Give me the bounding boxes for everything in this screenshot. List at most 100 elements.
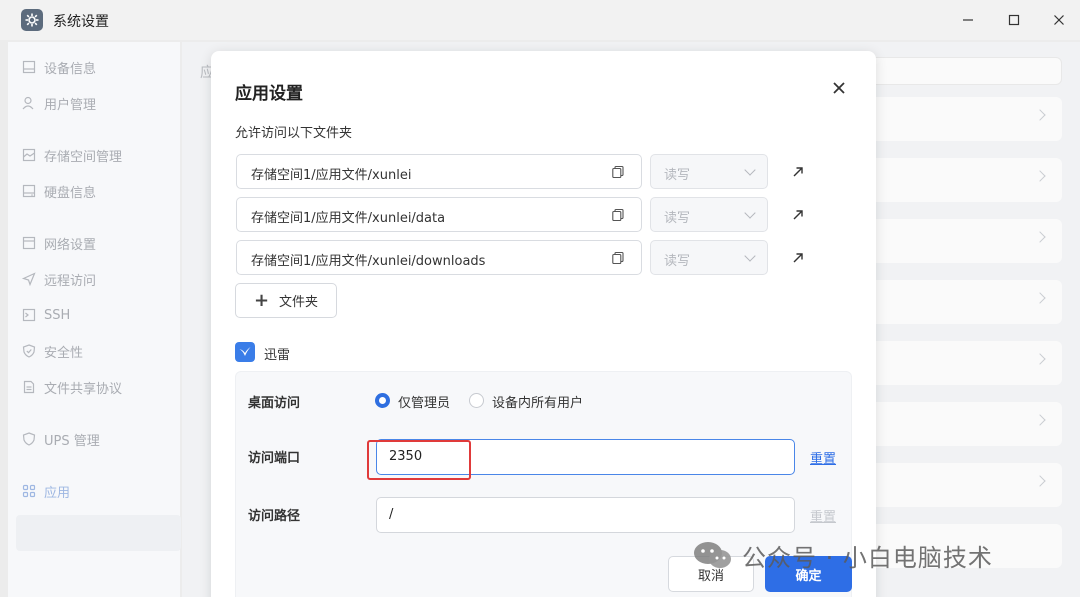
sidebar-item-label: 网络设置 bbox=[44, 237, 97, 253]
access-path-value: / bbox=[389, 507, 394, 522]
permission-value: 读写 bbox=[664, 254, 691, 269]
path-reset-link[interactable]: 重置 bbox=[810, 506, 836, 525]
chevron-right-icon bbox=[1034, 170, 1046, 182]
open-folder-arrow-icon[interactable] bbox=[791, 251, 805, 265]
plus-icon: + bbox=[253, 289, 270, 311]
sidebar-item-label: UPS 管理 bbox=[44, 433, 100, 449]
sidebar-item-label: 文件共享协议 bbox=[44, 381, 123, 397]
radio-all-users[interactable] bbox=[469, 393, 484, 408]
sidebar-item-disk-info[interactable]: 硬盘信息 bbox=[22, 179, 96, 203]
sidebar-item-label: 应用 bbox=[44, 485, 71, 501]
wechat-icon bbox=[694, 542, 731, 568]
permission-value: 读写 bbox=[664, 168, 691, 183]
folder-path-text: 存储空间1/应用文件/xunlei/data bbox=[251, 211, 446, 226]
apps-icon bbox=[22, 484, 36, 498]
sidebar-item-network[interactable]: 网络设置 bbox=[22, 231, 96, 255]
chevron-right-icon bbox=[1034, 475, 1046, 487]
folder-path-field[interactable]: 存储空间1/应用文件/xunlei bbox=[236, 154, 642, 189]
app-settings-dialog: 应用设置 允许访问以下文件夹 存储空间1/应用文件/xunlei 读写 存储空间… bbox=[211, 51, 876, 597]
chevron-right-icon bbox=[1034, 414, 1046, 426]
permission-select[interactable]: 读写 bbox=[650, 240, 768, 275]
remote-icon bbox=[22, 272, 36, 286]
radio-all-users-label: 设备内所有用户 bbox=[492, 396, 584, 411]
chevron-down-icon bbox=[744, 250, 756, 262]
terminal-icon bbox=[22, 308, 36, 322]
network-icon bbox=[22, 236, 36, 250]
chevron-right-icon bbox=[1034, 353, 1046, 365]
chevron-right-icon bbox=[1034, 231, 1046, 243]
xunlei-logo-icon bbox=[235, 342, 255, 362]
permission-value: 读写 bbox=[664, 211, 691, 226]
folder-path-text: 存储空间1/应用文件/xunlei bbox=[251, 168, 412, 183]
open-folder-arrow-icon[interactable] bbox=[791, 165, 805, 179]
close-window-button[interactable] bbox=[1047, 8, 1071, 32]
chevron-right-icon bbox=[1034, 109, 1046, 121]
app-name: 迅雷 bbox=[264, 348, 291, 363]
copy-icon[interactable] bbox=[611, 251, 625, 265]
close-dialog-button[interactable] bbox=[829, 78, 849, 98]
path-label: 访问路径 bbox=[248, 509, 301, 524]
sidebar-item-ups[interactable]: UPS 管理 bbox=[22, 427, 100, 451]
folder-path-field[interactable]: 存储空间1/应用文件/xunlei/data bbox=[236, 197, 642, 232]
sidebar: 设备信息 用户管理 存储空间管理 硬盘信息 网络设置 远程访问 SSH 安全性 … bbox=[8, 42, 181, 597]
port-label: 访问端口 bbox=[248, 451, 301, 466]
window-title: 系统设置 bbox=[53, 14, 109, 30]
folders-section-label: 允许访问以下文件夹 bbox=[235, 126, 353, 141]
background-list-row bbox=[858, 97, 1062, 141]
access-path-input[interactable]: / bbox=[376, 497, 795, 533]
background-list-row bbox=[858, 402, 1062, 446]
chevron-down-icon bbox=[744, 207, 756, 219]
sidebar-item-label: 安全性 bbox=[44, 345, 84, 361]
chevron-right-icon bbox=[1034, 292, 1046, 304]
copy-icon[interactable] bbox=[611, 165, 625, 179]
background-search-box bbox=[858, 57, 1062, 85]
sidebar-item-user-management[interactable]: 用户管理 bbox=[22, 91, 96, 115]
disk-icon bbox=[22, 184, 36, 198]
sidebar-item-storage[interactable]: 存储空间管理 bbox=[22, 143, 122, 167]
sidebar-item-label: SSH bbox=[44, 307, 71, 323]
open-folder-arrow-icon[interactable] bbox=[791, 208, 805, 222]
sidebar-active-highlight bbox=[16, 515, 181, 551]
storage-icon bbox=[22, 148, 36, 162]
chevron-down-icon bbox=[744, 164, 756, 176]
add-folder-label: 文件夹 bbox=[279, 295, 319, 310]
folder-path-field[interactable]: 存储空间1/应用文件/xunlei/downloads bbox=[236, 240, 642, 275]
sidebar-item-device-info[interactable]: 设备信息 bbox=[22, 55, 96, 79]
sidebar-item-label: 存储空间管理 bbox=[44, 149, 123, 165]
watermark-text: 公众号 · 小白电脑技术 bbox=[742, 543, 993, 572]
desktop-access-label: 桌面访问 bbox=[248, 396, 301, 411]
shield-icon bbox=[22, 344, 36, 358]
radio-admin-only[interactable] bbox=[375, 393, 390, 408]
sidebar-item-file-sharing[interactable]: 文件共享协议 bbox=[22, 375, 122, 399]
sidebar-item-label: 硬盘信息 bbox=[44, 185, 97, 201]
sidebar-item-apps[interactable]: 应用 bbox=[22, 479, 70, 503]
background-list-row bbox=[858, 463, 1062, 507]
user-icon bbox=[22, 96, 34, 110]
background-list-row bbox=[858, 158, 1062, 202]
dialog-title: 应用设置 bbox=[235, 84, 303, 104]
radio-admin-only-label: 仅管理员 bbox=[398, 396, 451, 411]
background-list-row bbox=[858, 341, 1062, 385]
close-icon bbox=[833, 82, 845, 94]
minimize-button[interactable] bbox=[956, 8, 980, 32]
device-icon bbox=[22, 60, 36, 74]
sidebar-item-ssh[interactable]: SSH bbox=[22, 303, 70, 327]
sidebar-item-security[interactable]: 安全性 bbox=[22, 339, 83, 363]
file-icon bbox=[23, 380, 35, 394]
sidebar-item-label: 设备信息 bbox=[44, 61, 97, 77]
background-list-row bbox=[858, 219, 1062, 263]
sidebar-item-remote-access[interactable]: 远程访问 bbox=[22, 267, 96, 291]
background-list-row bbox=[858, 280, 1062, 324]
title-bar: 系统设置 bbox=[0, 0, 1080, 40]
ups-icon bbox=[22, 432, 36, 446]
copy-icon[interactable] bbox=[611, 208, 625, 222]
folder-path-text: 存储空间1/应用文件/xunlei/downloads bbox=[251, 254, 486, 269]
permission-select[interactable]: 读写 bbox=[650, 197, 768, 232]
port-highlight-annotation bbox=[367, 440, 471, 480]
maximize-button[interactable] bbox=[1002, 8, 1026, 32]
permission-select[interactable]: 读写 bbox=[650, 154, 768, 189]
watermark: 公众号 · 小白电脑技术 bbox=[692, 535, 993, 575]
port-reset-link[interactable]: 重置 bbox=[810, 448, 836, 467]
settings-gear-icon bbox=[21, 9, 43, 31]
add-folder-button[interactable]: + 文件夹 bbox=[235, 283, 337, 318]
